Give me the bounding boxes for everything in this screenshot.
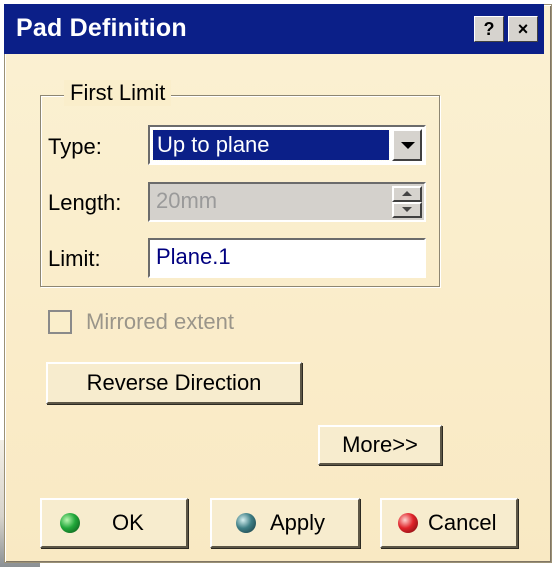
length-spinner (392, 186, 422, 218)
apply-label: Apply (270, 510, 326, 535)
type-combobox[interactable]: Up to plane (148, 125, 426, 165)
teal-led-icon (236, 513, 256, 533)
limit-field[interactable]: Plane.1 (148, 238, 426, 278)
apply-button[interactable]: Apply (210, 498, 360, 548)
screen: Pad Definition ? × First Limit Type: Up … (0, 0, 558, 567)
dialog-title: Pad Definition (16, 14, 187, 42)
ok-label: OK (112, 510, 144, 535)
length-value: 20mm (156, 188, 218, 213)
chevron-down-icon[interactable] (392, 129, 422, 161)
spin-up-icon (392, 186, 422, 202)
length-field: 20mm (148, 182, 426, 222)
limit-value: Plane.1 (156, 244, 231, 269)
more-button[interactable]: More>> (318, 425, 442, 465)
type-selected-value: Up to plane (152, 129, 390, 161)
cancel-button[interactable]: Cancel (380, 498, 518, 548)
mirrored-extent-checkbox (48, 310, 72, 334)
ok-button[interactable]: OK (40, 498, 188, 548)
first-limit-legend: First Limit (64, 80, 172, 106)
spin-down-icon (392, 202, 422, 218)
mirrored-extent-label: Mirrored extent (86, 309, 234, 334)
title-bar[interactable]: Pad Definition ? × (4, 4, 544, 54)
limit-label: Limit: (48, 246, 101, 271)
green-led-icon (60, 513, 80, 533)
red-led-icon (398, 513, 418, 533)
cancel-label: Cancel (428, 510, 497, 535)
type-label: Type: (48, 134, 102, 159)
close-button[interactable]: × (508, 16, 538, 42)
help-button[interactable]: ? (474, 16, 504, 42)
reverse-direction-button[interactable]: Reverse Direction (46, 362, 302, 404)
length-label: Length: (48, 190, 122, 215)
